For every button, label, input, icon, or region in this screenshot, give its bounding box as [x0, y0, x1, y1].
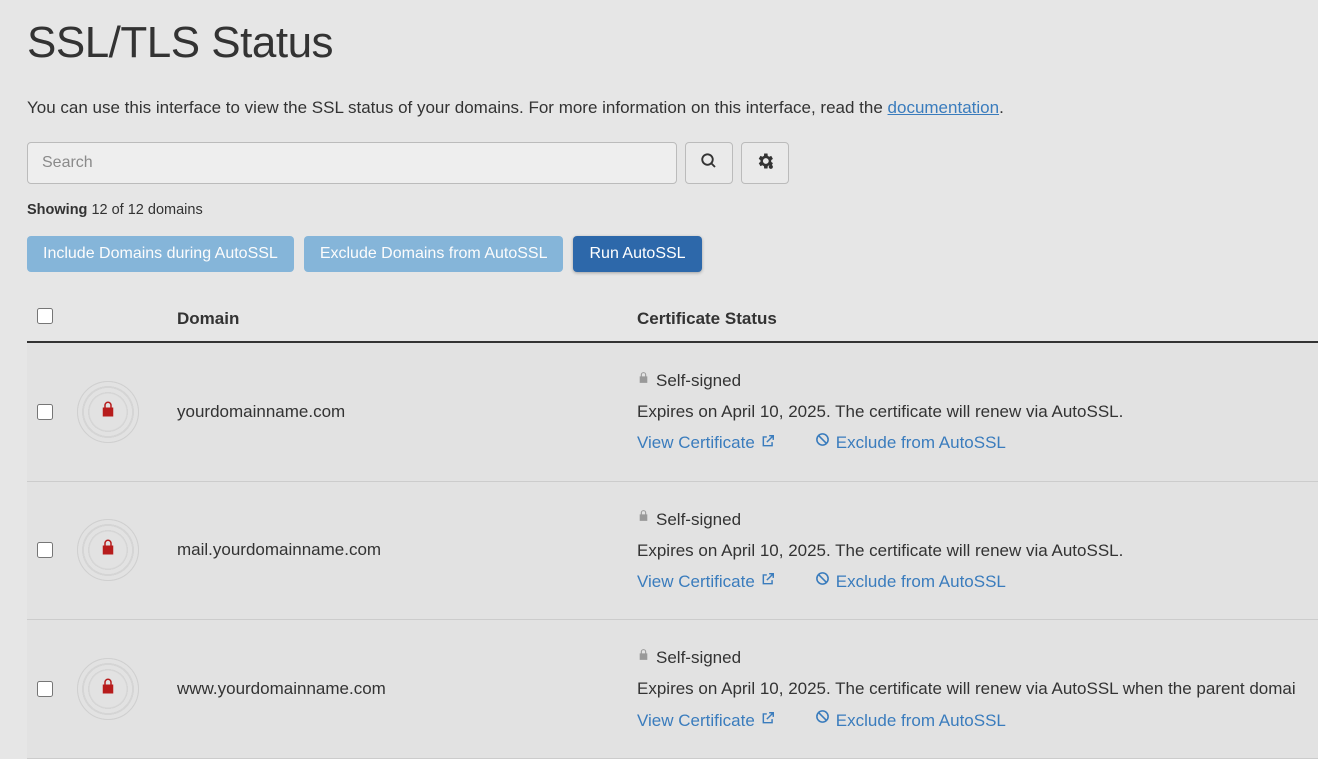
ban-icon	[815, 570, 830, 594]
view-certificate-link[interactable]: View Certificate	[637, 429, 775, 456]
small-lock-icon	[637, 646, 650, 670]
table-row: yourdomainname.com Self-signed Expires o…	[27, 343, 1318, 482]
documentation-link[interactable]: documentation	[888, 98, 1000, 117]
row-check-cell	[27, 681, 77, 697]
search-input[interactable]	[27, 142, 677, 184]
expires-text: Expires on April 10, 2025. The certifica…	[637, 398, 1318, 425]
exclude-autossl-text: Exclude from AutoSSL	[836, 568, 1006, 595]
certificate-status: Self-signed Expires on April 10, 2025. T…	[637, 367, 1318, 457]
table-row: mail.yourdomainname.com Self-signed Expi…	[27, 482, 1318, 621]
exclude-domains-button[interactable]: Exclude Domains from AutoSSL	[304, 236, 564, 272]
exclude-autossl-link[interactable]: Exclude from AutoSSL	[815, 429, 1006, 456]
lock-status-icon	[77, 519, 139, 581]
search-row	[27, 142, 1318, 184]
lock-status-icon	[77, 658, 139, 720]
showing-value: 12 of 12 domains	[91, 202, 202, 218]
row-check-cell	[27, 542, 77, 558]
row-check-cell	[27, 404, 77, 420]
exclude-autossl-link[interactable]: Exclude from AutoSSL	[815, 707, 1006, 734]
domain-header: Domain	[177, 309, 637, 329]
include-domains-button[interactable]: Include Domains during AutoSSL	[27, 236, 294, 272]
status-header: Certificate Status	[637, 309, 1318, 329]
status-type: Self-signed	[656, 367, 741, 394]
certificate-status: Self-signed Expires on April 10, 2025. T…	[637, 644, 1318, 734]
lock-status-icon	[77, 381, 139, 443]
view-certificate-text: View Certificate	[637, 429, 755, 456]
domain-name: yourdomainname.com	[177, 402, 637, 422]
exclude-autossl-text: Exclude from AutoSSL	[836, 707, 1006, 734]
domain-name: www.yourdomainname.com	[177, 679, 637, 699]
ban-icon	[815, 431, 830, 455]
domain-name: mail.yourdomainname.com	[177, 540, 637, 560]
view-certificate-text: View Certificate	[637, 707, 755, 734]
settings-button[interactable]	[741, 142, 789, 184]
certificate-status: Self-signed Expires on April 10, 2025. T…	[637, 506, 1318, 596]
status-type: Self-signed	[656, 644, 741, 671]
view-certificate-text: View Certificate	[637, 568, 755, 595]
domains-table: Domain Certificate Status yourdomainname…	[27, 298, 1318, 759]
exclude-autossl-link[interactable]: Exclude from AutoSSL	[815, 568, 1006, 595]
lock-icon	[99, 399, 117, 425]
showing-count: Showing 12 of 12 domains	[27, 202, 1318, 218]
exclude-autossl-text: Exclude from AutoSSL	[836, 429, 1006, 456]
run-autossl-button[interactable]: Run AutoSSL	[573, 236, 701, 272]
search-icon	[700, 152, 718, 175]
action-buttons: Include Domains during AutoSSL Exclude D…	[27, 236, 1318, 272]
select-all-header	[27, 308, 77, 329]
lock-cell	[77, 519, 177, 581]
page-description: You can use this interface to view the S…	[27, 98, 1318, 118]
external-link-icon	[761, 432, 775, 454]
ban-icon	[815, 708, 830, 732]
gear-icon	[755, 151, 775, 176]
lock-icon	[99, 537, 117, 563]
search-button[interactable]	[685, 142, 733, 184]
row-checkbox[interactable]	[37, 542, 53, 558]
description-text: You can use this interface to view the S…	[27, 98, 888, 117]
row-checkbox[interactable]	[37, 681, 53, 697]
description-suffix: .	[999, 98, 1004, 117]
lock-icon	[99, 676, 117, 702]
select-all-checkbox[interactable]	[37, 308, 53, 324]
view-certificate-link[interactable]: View Certificate	[637, 707, 775, 734]
table-header: Domain Certificate Status	[27, 298, 1318, 343]
external-link-icon	[761, 570, 775, 592]
page-title: SSL/TLS Status	[27, 18, 1318, 68]
small-lock-icon	[637, 369, 650, 393]
lock-cell	[77, 658, 177, 720]
lock-cell	[77, 381, 177, 443]
expires-text: Expires on April 10, 2025. The certifica…	[637, 675, 1318, 702]
showing-label: Showing	[27, 202, 87, 218]
small-lock-icon	[637, 507, 650, 531]
status-type: Self-signed	[656, 506, 741, 533]
row-checkbox[interactable]	[37, 404, 53, 420]
table-row: www.yourdomainname.com Self-signed Expir…	[27, 620, 1318, 759]
external-link-icon	[761, 709, 775, 731]
expires-text: Expires on April 10, 2025. The certifica…	[637, 537, 1318, 564]
view-certificate-link[interactable]: View Certificate	[637, 568, 775, 595]
